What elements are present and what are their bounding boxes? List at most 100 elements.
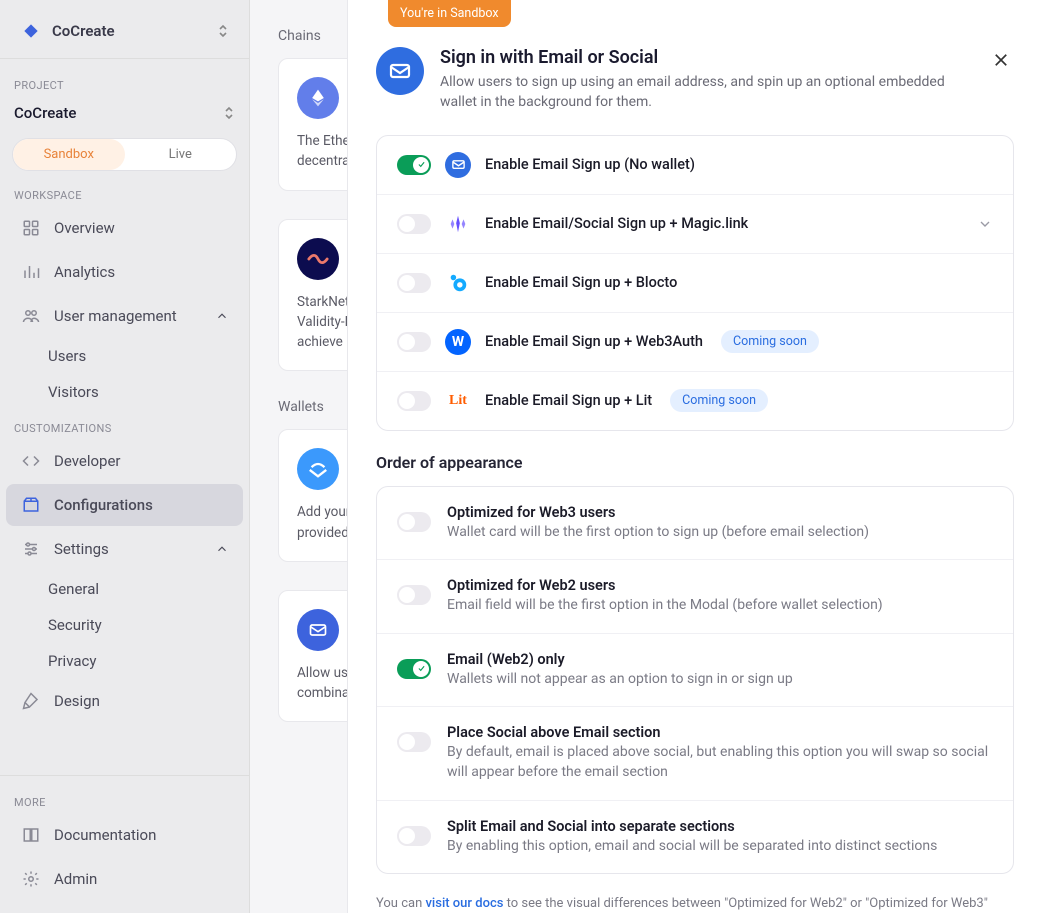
- grid-icon: [20, 217, 42, 239]
- option-lit: Lit Enable Email Sign up + Lit Coming so…: [377, 372, 1013, 430]
- nav-label: Settings: [54, 540, 109, 558]
- blocto-icon: [445, 270, 471, 296]
- nav-overview[interactable]: Overview: [6, 207, 243, 249]
- option-label: Enable Email/Social Sign up + Magic.link: [485, 215, 748, 232]
- chevron-up-icon: [215, 542, 229, 556]
- walletconnect-icon: [297, 448, 339, 490]
- nav-label: Developer: [54, 452, 121, 470]
- nav-admin[interactable]: Admin: [6, 858, 243, 900]
- nav-analytics[interactable]: Analytics: [6, 251, 243, 293]
- appearance-title: Email (Web2) only: [447, 651, 793, 668]
- appearance-title: Split Email and Social into separate sec…: [447, 818, 937, 835]
- config-panel: You're in Sandbox Sign in with Email or …: [347, 0, 1042, 913]
- env-toggle[interactable]: Sandbox Live: [12, 138, 237, 171]
- nav-design[interactable]: Design: [6, 680, 243, 722]
- toggle-email-nowallet[interactable]: [397, 155, 431, 175]
- app-logo-icon: [20, 20, 42, 42]
- option-email-nowallet: Enable Email Sign up (No wallet): [377, 136, 1013, 195]
- docs-link[interactable]: visit our docs: [425, 896, 503, 911]
- signup-options: Enable Email Sign up (No wallet) Enable …: [376, 135, 1014, 431]
- nav-label: Overview: [54, 219, 115, 237]
- nav-label: Configurations: [54, 496, 153, 514]
- panel-title: Sign in with Email or Social: [440, 47, 972, 68]
- web3auth-icon: W: [445, 329, 471, 355]
- toggle-web3auth[interactable]: [397, 332, 431, 352]
- toggle-magic[interactable]: [397, 214, 431, 234]
- appearance-title: Optimized for Web3 users: [447, 504, 869, 521]
- box-icon: [20, 494, 42, 516]
- foot-text: You can: [376, 896, 425, 911]
- nav-label: Admin: [54, 870, 97, 888]
- appearance-title: Optimized for Web2 users: [447, 577, 883, 594]
- appearance-heading: Order of appearance: [376, 453, 1014, 472]
- foot-text: to see the visual differences between "O…: [503, 896, 987, 911]
- panel-subtitle: Allow users to sign up using an email ad…: [440, 72, 972, 113]
- nav-user-management[interactable]: User management: [6, 295, 243, 337]
- option-magic: Enable Email/Social Sign up + Magic.link: [377, 195, 1013, 254]
- close-button[interactable]: [988, 47, 1014, 113]
- project-name: CoCreate: [14, 104, 76, 122]
- nav-label: Documentation: [54, 826, 156, 844]
- app-switcher[interactable]: CoCreate: [6, 12, 243, 50]
- option-web3auth: W Enable Email Sign up + Web3Auth Coming…: [377, 313, 1013, 372]
- nav-security[interactable]: Security: [0, 607, 249, 643]
- toggle-social-above[interactable]: [397, 732, 431, 752]
- option-label: Enable Email Sign up + Lit: [485, 392, 652, 409]
- section-customizations: CUSTOMIZATIONS: [0, 410, 249, 439]
- appearance-split: Split Email and Social into separate sec…: [377, 801, 1013, 874]
- nav-visitors[interactable]: Visitors: [0, 374, 249, 410]
- users-icon: [20, 305, 42, 327]
- section-project: PROJECT: [0, 67, 249, 96]
- sidebar: CoCreate PROJECT CoCreate Sandbox Live W…: [0, 0, 250, 913]
- appearance-desc: By enabling this option, email and socia…: [447, 837, 937, 857]
- sliders-icon: [20, 538, 42, 560]
- book-icon: [20, 824, 42, 846]
- appearance-web3: Optimized for Web3 users Wallet card wil…: [377, 487, 1013, 561]
- email-icon: [376, 47, 424, 95]
- email-wallet-icon: [297, 609, 339, 651]
- app-name: CoCreate: [52, 22, 115, 40]
- ethereum-icon: [297, 77, 339, 119]
- nav-settings[interactable]: Settings: [6, 528, 243, 570]
- toggle-email-only[interactable]: [397, 659, 431, 679]
- starknet-icon: [297, 238, 339, 280]
- toggle-web2[interactable]: [397, 585, 431, 605]
- nav-label: User management: [54, 307, 177, 325]
- chevron-down-icon[interactable]: [977, 216, 993, 232]
- toggle-split[interactable]: [397, 826, 431, 846]
- nav-documentation[interactable]: Documentation: [6, 814, 243, 856]
- updown-icon: [217, 24, 229, 38]
- chevron-up-icon: [215, 309, 229, 323]
- option-label: Enable Email Sign up (No wallet): [485, 156, 695, 173]
- nav-general[interactable]: General: [0, 571, 249, 607]
- coming-soon-badge: Coming soon: [670, 389, 768, 412]
- appearance-desc: By default, email is placed above social…: [447, 743, 993, 782]
- sandbox-badge: You're in Sandbox: [388, 0, 511, 27]
- project-selector[interactable]: CoCreate: [0, 96, 249, 130]
- toggle-blocto[interactable]: [397, 273, 431, 293]
- nav-configurations[interactable]: Configurations: [6, 484, 243, 526]
- toggle-web3[interactable]: [397, 512, 431, 532]
- section-more: MORE: [0, 784, 249, 813]
- option-label: Enable Email Sign up + Web3Auth: [485, 333, 703, 350]
- option-label: Enable Email Sign up + Blocto: [485, 274, 677, 291]
- chart-icon: [20, 261, 42, 283]
- mail-icon: [445, 152, 471, 178]
- appearance-web2: Optimized for Web2 users Email field wil…: [377, 560, 1013, 634]
- paint-icon: [20, 690, 42, 712]
- nav-privacy[interactable]: Privacy: [0, 643, 249, 679]
- nav-label: Analytics: [54, 263, 115, 281]
- updown-icon: [223, 106, 235, 120]
- env-sandbox[interactable]: Sandbox: [13, 139, 125, 170]
- toggle-lit[interactable]: [397, 391, 431, 411]
- section-workspace: WORKSPACE: [0, 177, 249, 206]
- env-live[interactable]: Live: [125, 139, 237, 170]
- appearance-desc: Wallets will not appear as an option to …: [447, 670, 793, 690]
- coming-soon-badge: Coming soon: [721, 330, 819, 353]
- magic-icon: [445, 211, 471, 237]
- option-blocto: Enable Email Sign up + Blocto: [377, 254, 1013, 313]
- nav-developer[interactable]: Developer: [6, 440, 243, 482]
- footer-note: You can visit our docs to see the visual…: [376, 896, 1014, 911]
- appearance-email-only: Email (Web2) only Wallets will not appea…: [377, 634, 1013, 708]
- nav-users[interactable]: Users: [0, 338, 249, 374]
